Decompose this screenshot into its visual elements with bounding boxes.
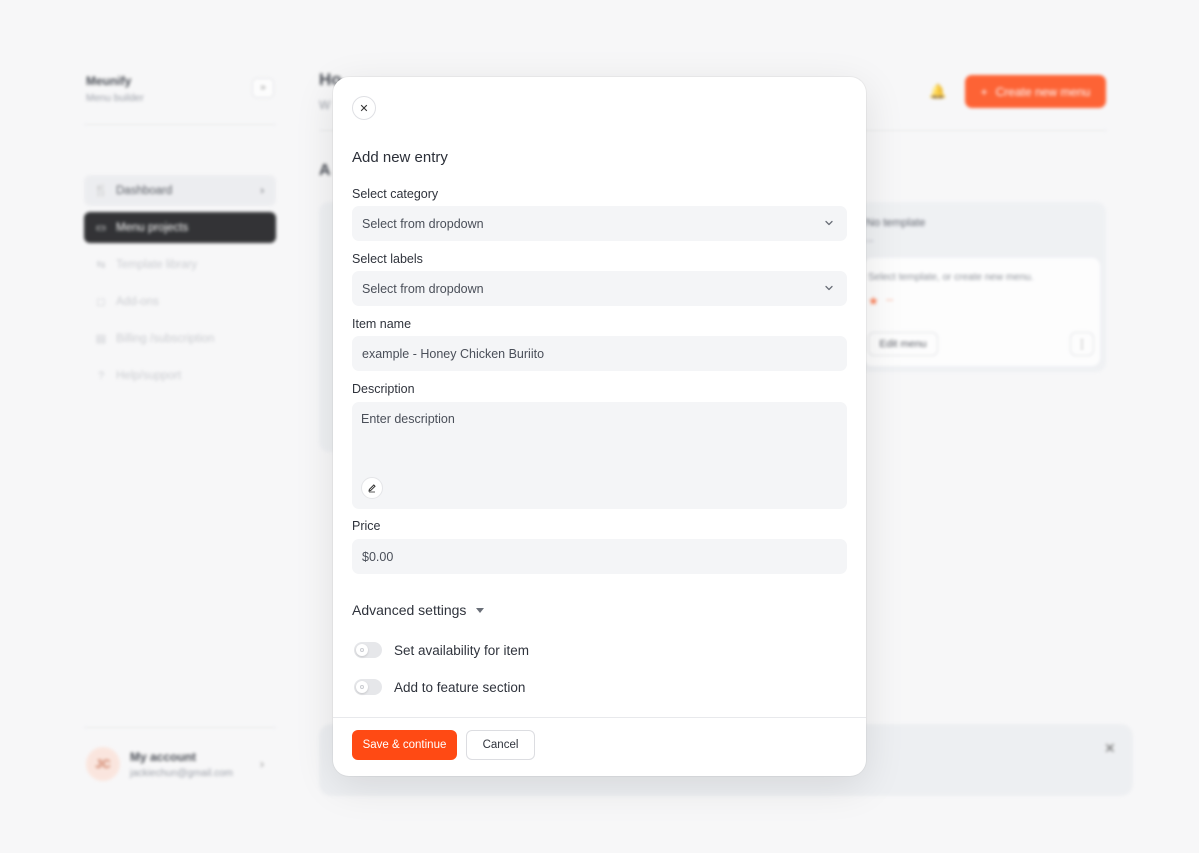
pen-icon: [368, 484, 376, 493]
edit-menu-button[interactable]: Edit menu: [868, 332, 938, 356]
card-text: Select template, or create new menu.: [868, 272, 1034, 283]
bell-icon[interactable]: 🔔: [929, 83, 947, 101]
item-name-label: Item name: [352, 317, 412, 331]
item-name-input[interactable]: example - Honey Chicken Buriito: [352, 336, 847, 371]
collapse-sidebar-button[interactable]: »: [252, 78, 274, 98]
labels-label: Select labels: [352, 252, 423, 266]
rating-value: --: [886, 294, 894, 306]
labels-select[interactable]: Select from dropdown: [352, 271, 847, 306]
plus-icon: +: [980, 84, 988, 99]
chevron-right-icon: ›: [260, 757, 264, 771]
sidebar-item-billing[interactable]: ▤ Billing /subscription: [84, 323, 276, 354]
account-name: My account: [130, 750, 197, 764]
save-continue-button[interactable]: Save & continue: [352, 730, 457, 760]
chevron-down-icon: [825, 220, 833, 226]
menu-card: No template -- Select template, or creat…: [858, 202, 1106, 372]
sidebar-item-label: Dashboard: [116, 184, 173, 197]
category-select-value: Select from dropdown: [362, 216, 484, 231]
create-new-menu-label: Create new menu: [995, 84, 1091, 99]
description-placeholder: Enter description: [361, 412, 455, 426]
page-subtitle: W: [319, 98, 331, 112]
feature-section-label: Add to feature section: [394, 679, 526, 695]
sidebar-item-label: Billing /subscription: [116, 332, 215, 345]
category-select[interactable]: Select from dropdown: [352, 206, 847, 241]
card-meta: --: [866, 235, 874, 247]
puzzle-icon: ◻: [96, 295, 106, 308]
more-options-icon[interactable]: ⋮: [1070, 332, 1094, 356]
add-entry-modal: ✕ Add new entry Select category Select f…: [333, 77, 866, 776]
feature-row: Add to feature section: [354, 679, 525, 695]
labels-select-value: Select from dropdown: [362, 281, 484, 296]
sidebar-item-dashboard[interactable]: 🍴 Dashboard ›: [84, 175, 276, 206]
category-label: Select category: [352, 187, 439, 201]
section-title: A: [319, 162, 331, 179]
availability-label: Set availability for item: [394, 642, 530, 658]
cancel-button[interactable]: Cancel: [466, 730, 535, 760]
price-value: $0.00: [362, 549, 394, 564]
description-textarea[interactable]: Enter description: [352, 402, 847, 509]
sidebar: Meunify Menu builder » 🍴 Dashboard › ▭ M…: [84, 70, 276, 790]
close-modal-button[interactable]: ✕: [352, 96, 376, 120]
advanced-settings-toggle[interactable]: Advanced settings: [352, 602, 485, 618]
sidebar-nav: 🍴 Dashboard › ▭ Menu projects ⇆ Template…: [84, 175, 276, 397]
chevron-right-icon: ›: [260, 184, 264, 197]
item-name-placeholder: example - Honey Chicken Buriito: [362, 346, 545, 361]
availability-toggle[interactable]: [354, 642, 382, 658]
card-icon: ▤: [95, 332, 107, 345]
price-label: Price: [352, 519, 381, 533]
sidebar-item-label: Help/support: [116, 369, 182, 382]
star-icon: ★: [868, 294, 879, 308]
caret-down-icon: [476, 607, 485, 613]
card-title: No template: [866, 217, 926, 229]
description-label: Description: [352, 382, 415, 396]
brand-name: Meunify: [86, 74, 132, 88]
chevron-down-icon: [825, 285, 833, 291]
swap-icon: ⇆: [96, 258, 106, 271]
modal-footer-divider: [333, 717, 866, 718]
account-email: jackiechun@gmail.com: [130, 768, 233, 779]
sidebar-item-help[interactable]: ? Help/support: [84, 360, 276, 391]
utensils-icon: 🍴: [94, 184, 108, 197]
sidebar-item-label: Add-ons: [116, 295, 159, 308]
modal-title: Add new entry: [352, 149, 448, 166]
close-icon[interactable]: ✕: [1104, 740, 1116, 757]
folder-icon: ▭: [95, 221, 107, 234]
help-icon: ?: [97, 369, 105, 382]
sidebar-item-label: Menu projects: [116, 221, 189, 234]
avatar: JC: [86, 747, 120, 781]
sidebar-item-template-library[interactable]: ⇆ Template library: [84, 249, 276, 280]
brand-subtitle: Menu builder: [86, 93, 144, 104]
sidebar-item-add-ons[interactable]: ◻ Add-ons: [84, 286, 276, 317]
sidebar-item-label: Template library: [116, 258, 198, 271]
account-divider: [84, 727, 276, 728]
sidebar-item-menu-projects[interactable]: ▭ Menu projects: [84, 212, 276, 243]
close-icon: ✕: [359, 102, 369, 115]
account-menu[interactable]: JC My account jackiechun@gmail.com ›: [86, 747, 276, 787]
feature-section-toggle[interactable]: [354, 679, 382, 695]
create-new-menu-button[interactable]: + Create new menu: [965, 75, 1106, 108]
availability-row: Set availability for item: [354, 642, 529, 658]
edit-pen-button[interactable]: [361, 477, 383, 499]
sidebar-divider: [84, 124, 276, 125]
price-input[interactable]: $0.00: [352, 539, 847, 574]
card-body: Select template, or create new menu. ★ -…: [864, 258, 1100, 366]
advanced-settings-label: Advanced settings: [352, 602, 467, 618]
